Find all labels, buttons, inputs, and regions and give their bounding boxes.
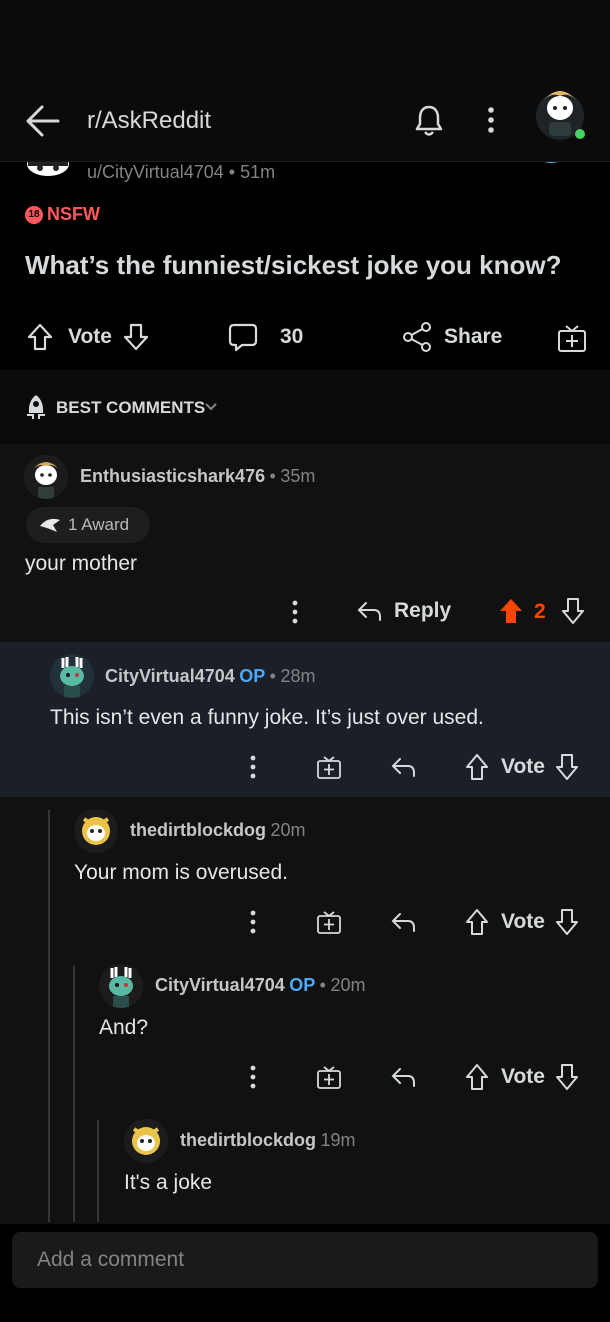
comment-sort-bar[interactable]: BEST COMMENTS	[0, 370, 610, 444]
comment-age: 35m	[280, 466, 316, 486]
vote-label: Vote	[501, 1065, 545, 1088]
comment-vote-group: Vote	[465, 1063, 579, 1091]
award-pill[interactable]: 1 Award	[26, 507, 150, 543]
share-button[interactable]: Share	[402, 322, 502, 352]
upvote-icon[interactable]	[26, 322, 54, 352]
reply-icon[interactable]	[390, 755, 416, 779]
comment-username[interactable]: CityVirtual4704	[105, 666, 235, 686]
post-header: u/CityVirtual4704 • 51m 18 NSFW What’s t…	[0, 162, 610, 370]
online-indicator	[575, 129, 585, 139]
join-button-arc[interactable]	[528, 162, 574, 174]
comment-score: 2	[534, 600, 546, 623]
post-vote-group: Vote	[26, 322, 150, 352]
upvote-icon[interactable]	[465, 908, 489, 936]
more-options-icon[interactable]	[486, 106, 496, 134]
add-comment-placeholder: Add a comment	[37, 1248, 185, 1271]
meta-separator: •	[269, 666, 276, 686]
commenter-avatar[interactable]	[74, 809, 118, 853]
share-label: Share	[444, 325, 503, 348]
downvote-icon[interactable]	[555, 1063, 579, 1091]
comment-username[interactable]: Enthusiasticshark476	[80, 466, 265, 486]
comment-more-icon[interactable]	[248, 754, 258, 780]
sort-label: BEST COMMENTS	[56, 398, 206, 417]
commenter-avatar[interactable]	[24, 455, 68, 499]
thread-line[interactable]	[73, 965, 75, 1222]
nsfw-18-icon: 18	[25, 205, 43, 224]
comment-body: This isn’t even a funny joke. It’s just …	[50, 706, 484, 729]
award-label: 1 Award	[68, 515, 130, 534]
comment-bubble-icon	[228, 322, 258, 352]
nsfw-label: NSFW	[47, 204, 100, 224]
comment-count: 30	[280, 325, 304, 348]
meta-separator: •	[319, 975, 326, 995]
meta-separator: •	[269, 466, 276, 486]
vote-label: Vote	[501, 755, 545, 778]
reply-icon[interactable]	[390, 1065, 416, 1089]
add-comment-input[interactable]: Add a comment	[12, 1232, 598, 1288]
comment-age: 28m	[280, 666, 316, 686]
comment-body: And?	[99, 1016, 149, 1039]
post-age: 51m	[240, 162, 276, 182]
meta-separator: •	[228, 162, 236, 182]
comment-username[interactable]: thedirtblockdog	[130, 820, 266, 840]
comment-body: your mother	[25, 552, 138, 575]
top-bar: r/AskReddit	[0, 0, 610, 162]
comment-age: 19m	[320, 1130, 356, 1150]
comment-age: 20m	[330, 975, 366, 995]
comment-age: 20m	[270, 820, 306, 840]
upvote-active-icon[interactable]	[498, 597, 524, 625]
thread-line[interactable]	[48, 810, 50, 1222]
reply-icon[interactable]	[390, 910, 416, 934]
downvote-icon[interactable]	[555, 908, 579, 936]
upvote-icon[interactable]	[465, 1063, 489, 1091]
post-title[interactable]: What’s the funniest/sickest joke you kno…	[25, 250, 561, 281]
subreddit-title[interactable]: r/AskReddit	[87, 107, 211, 135]
gift-award-icon[interactable]	[556, 322, 588, 354]
post-author[interactable]: u/CityVirtual4704	[87, 162, 224, 182]
commenter-avatar[interactable]	[124, 1119, 168, 1163]
comment-username[interactable]: thedirtblockdog	[180, 1130, 316, 1150]
comment-body: Your mom is overused.	[74, 861, 288, 884]
op-badge: OP	[239, 666, 266, 686]
comment-more-icon[interactable]	[248, 909, 258, 935]
chevron-down-icon	[204, 401, 218, 413]
award-icon	[38, 516, 62, 534]
gift-award-icon[interactable]	[316, 754, 342, 780]
comment-more-icon[interactable]	[248, 1064, 258, 1090]
post-author-avatar[interactable]	[24, 162, 72, 182]
gift-award-icon[interactable]	[316, 1064, 342, 1090]
user-avatar[interactable]	[532, 78, 588, 142]
back-arrow-icon[interactable]	[24, 104, 60, 138]
downvote-icon[interactable]	[122, 322, 150, 352]
comment-body: It's a joke	[124, 1171, 213, 1194]
upvote-icon[interactable]	[465, 753, 489, 781]
commenter-avatar[interactable]	[99, 964, 143, 1008]
nsfw-badge: 18 NSFW	[25, 204, 100, 225]
vote-label: Vote	[501, 910, 545, 933]
comment-vote-group: Vote	[465, 753, 579, 781]
reply-button[interactable]: Reply	[356, 599, 451, 623]
thread-line[interactable]	[97, 1120, 99, 1222]
share-icon	[402, 322, 432, 352]
comment-username[interactable]: CityVirtual4704	[155, 975, 285, 995]
comment-vote-group: Vote	[465, 908, 579, 936]
comments-button[interactable]: 30	[228, 322, 303, 352]
vote-label: Vote	[68, 325, 112, 348]
downvote-icon[interactable]	[555, 753, 579, 781]
downvote-icon[interactable]	[561, 597, 585, 625]
reply-icon	[356, 599, 382, 623]
comment-more-icon[interactable]	[290, 599, 300, 625]
op-badge: OP	[289, 975, 316, 995]
commenter-avatar[interactable]	[50, 654, 94, 698]
bell-icon[interactable]	[414, 104, 444, 138]
rocket-icon	[24, 393, 48, 419]
gift-award-icon[interactable]	[316, 909, 342, 935]
reply-label: Reply	[394, 599, 452, 622]
